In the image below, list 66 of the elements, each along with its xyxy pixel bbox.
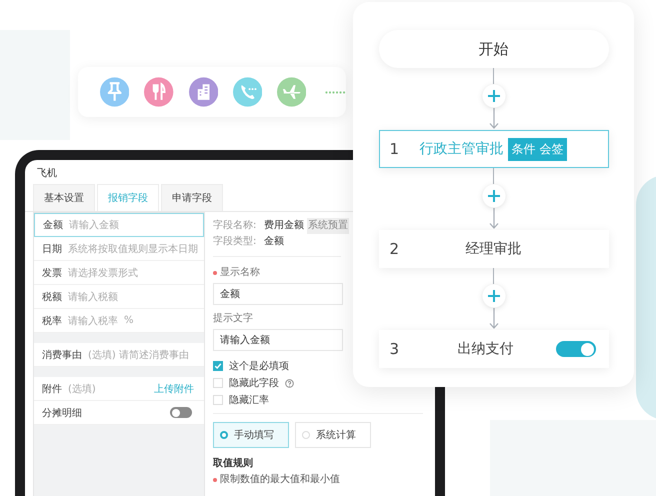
tab[interactable]: 申请字段 [161,184,223,211]
field-label: 税额 [41,290,62,304]
field-label: 提示文字 [213,312,253,326]
rule-text: 限制数值的最大值和最小值 [220,472,340,487]
building-icon[interactable] [188,77,218,107]
field-placeholder: 请输入税额 [68,290,118,304]
field-label: 发票 [41,266,62,280]
approval-node[interactable]: 3 出纳支付 [378,330,608,368]
field-placeholder: 系统将按取值规则显示本日期 [68,242,198,256]
fork-knife-icon[interactable] [144,77,174,107]
field-placeholder: 请输入税率 [68,314,118,328]
unit-label: % [124,315,134,326]
field-placeholder: 请输入金额 [69,218,119,232]
radio-button[interactable]: 手动填写 [213,422,289,448]
field-value: 费用金额 [264,218,304,233]
condition-tag: 条件 会签 [508,138,568,160]
pin-icon[interactable] [100,77,130,107]
field-label: 字段类型: [213,234,258,249]
connector-arrow [488,108,500,130]
field-row[interactable]: 日期 系统将按取值规则显示本日期 [34,237,204,261]
field-label: 日期 [41,242,62,256]
field-row[interactable]: 发票 请选择发票形式 [34,261,204,285]
step-title: 经理审批 [466,240,522,258]
airplane-icon[interactable] [277,77,306,107]
approval-node[interactable]: 1 行政主管审批 条件 会签 [378,130,608,168]
connector-arrow [488,308,500,330]
tab[interactable]: 基本设置 [33,184,95,211]
preset-tag: 系统预置 [307,218,349,234]
step-number: 1 [388,140,400,158]
approval-node[interactable]: 2 经理审批 [378,230,608,268]
section-title: 取值规则 [213,456,254,471]
field-placeholder: (选填) 请简述消费事由 [88,348,189,362]
field-label: 消费事由 [41,348,82,362]
field-row[interactable]: 附件 (选填) 上传附件 [34,377,204,401]
checkbox-label: 这个是必填项 [229,360,289,373]
toggle-switch[interactable] [170,407,192,418]
field-row[interactable]: 税率 请输入税率 % [34,309,204,333]
step-number: 3 [388,340,400,358]
start-node[interactable]: 开始 [378,30,608,68]
field-label: 显示名称 [220,266,260,280]
connector-arrow [488,208,500,230]
field-label: 税率 [41,314,62,328]
field-label: 金额 [42,218,63,232]
phone-icon[interactable] [232,77,262,107]
field-label: 分摊明细 [41,406,82,420]
radio-button[interactable]: 系统计算 [295,422,371,448]
checkbox-label: 隐藏汇率 [229,394,269,407]
step-title: 行政主管审批 [420,140,504,158]
field-row[interactable]: 消费事由 (选填) 请简述消费事由 [34,343,204,367]
field-value: 金额 [264,234,284,249]
input-field[interactable]: 金额 [213,283,343,305]
toggle-switch[interactable] [556,341,596,357]
checkbox[interactable] [213,361,223,371]
screen-title: 飞机 [36,166,58,181]
step-title: 出纳支付 [458,340,514,358]
field-row[interactable]: 分摊明细 [34,401,204,425]
field-label: 附件 [41,382,62,396]
input-field[interactable]: 请输入金额 [213,329,343,351]
field-placeholder: 请选择发票形式 [68,266,138,280]
checkbox-label: 隐藏此字段 [229,376,279,390]
step-number: 2 [388,240,400,258]
field-row[interactable]: 金额 请输入金额 [34,213,204,237]
optional-note: (选填) [68,382,97,396]
field-label: 字段名称: [213,218,258,233]
more-icon [325,90,346,94]
field-row[interactable]: 税额 请输入税额 [34,285,204,309]
